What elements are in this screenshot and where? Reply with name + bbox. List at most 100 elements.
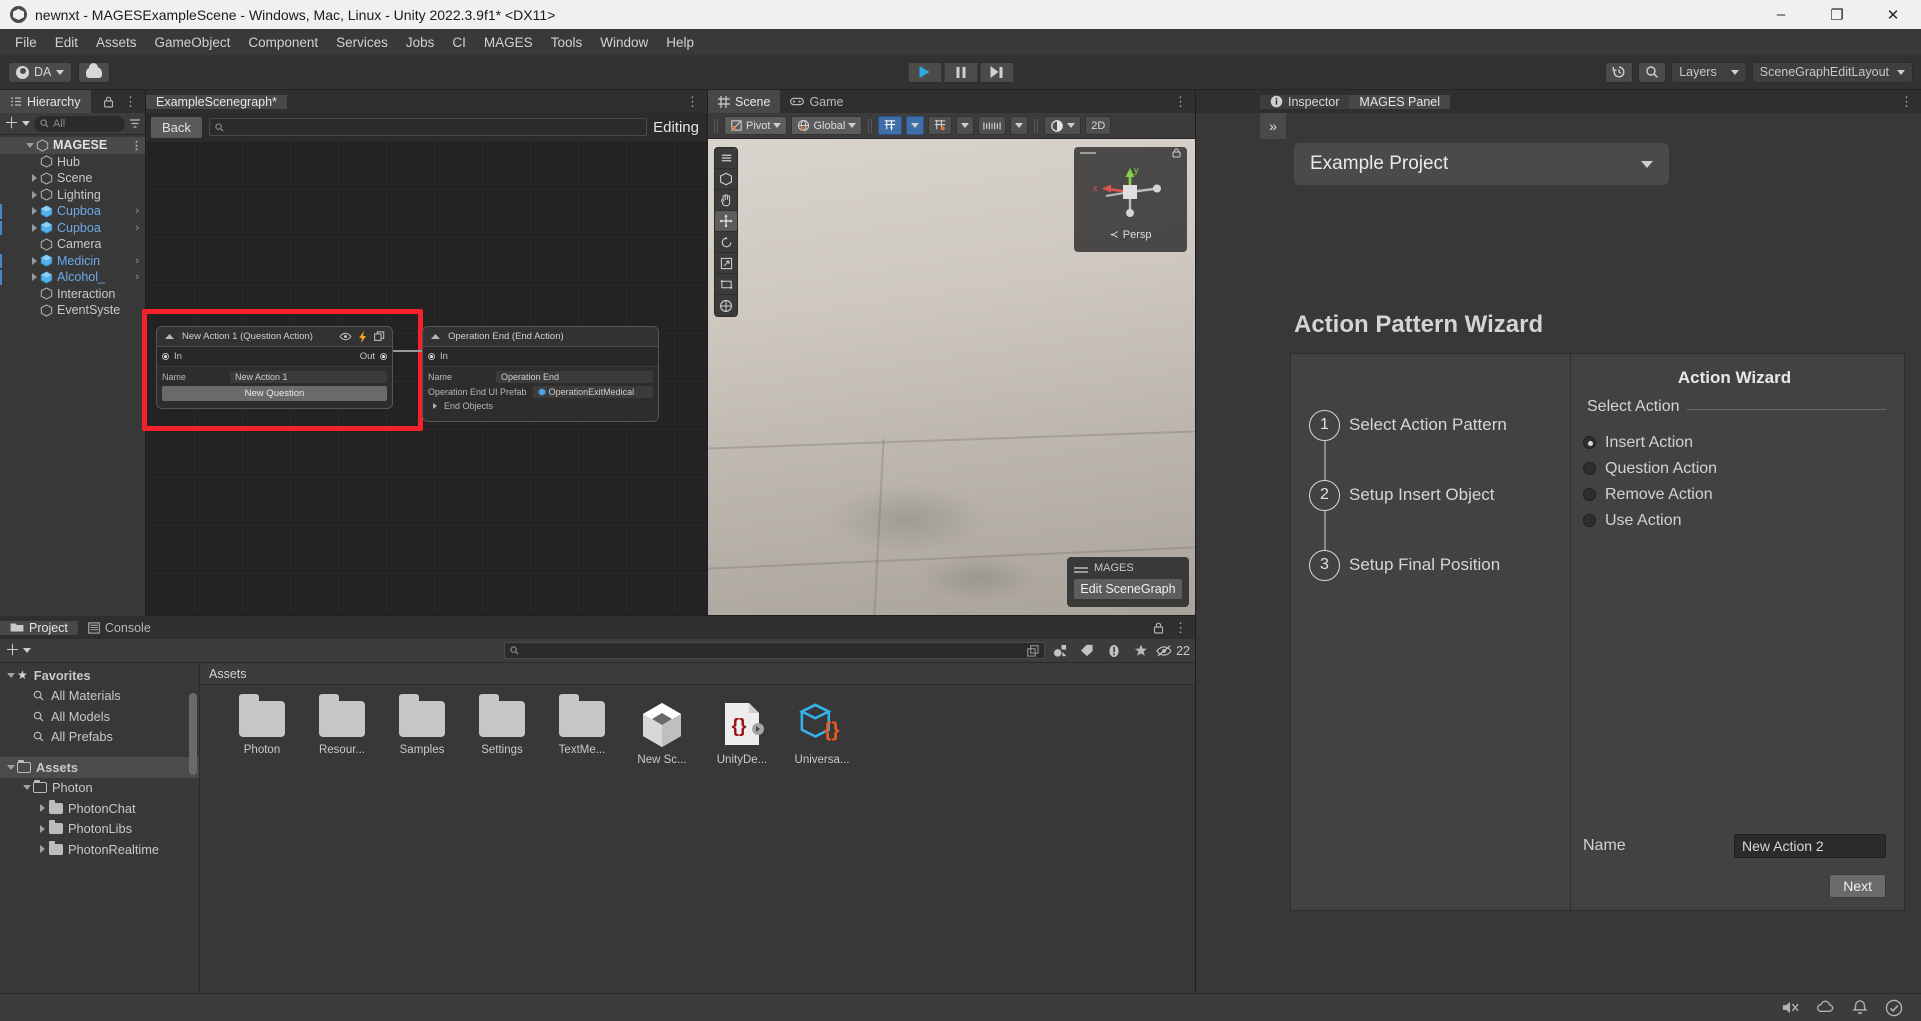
expand-arrow-icon[interactable]	[4, 764, 17, 770]
project-dropdown[interactable]: Example Project	[1294, 143, 1669, 185]
menu-item-gameobject[interactable]: GameObject	[146, 32, 240, 53]
scenegraph-node-question-action[interactable]: New Action 1 (Question Action) In Out Na…	[156, 326, 393, 409]
expand-arrow-icon[interactable]	[28, 256, 40, 265]
project-tree-item[interactable]: PhotonLibs	[0, 819, 199, 840]
view-tool-button[interactable]	[715, 148, 737, 169]
name-input[interactable]: New Action 2	[1734, 834, 1886, 858]
node-name-field[interactable]: Operation End	[496, 371, 653, 383]
scene-viewport[interactable]: y x ≺ Persp MAGES Edit SceneGraph	[708, 139, 1195, 615]
tab-game[interactable]: Game	[780, 90, 854, 113]
snap-dropdown[interactable]	[956, 116, 975, 135]
wizard-step-2[interactable]: 2 Setup Insert Object	[1309, 460, 1570, 553]
next-button[interactable]: Next	[1829, 874, 1886, 898]
hierarchy-menu-icon[interactable]: ⋮	[124, 94, 137, 110]
menu-item-component[interactable]: Component	[239, 32, 327, 53]
radio-remove-action[interactable]: Remove Action	[1583, 483, 1886, 506]
project-menu-icon[interactable]: ⋮	[1174, 620, 1187, 636]
tab-project[interactable]: Project	[0, 620, 78, 635]
lock-icon[interactable]	[1172, 147, 1181, 158]
hierarchy-item[interactable]: Interaction	[0, 286, 145, 303]
maximize-button[interactable]: ❐	[1809, 0, 1865, 29]
project-tree-scrollbar[interactable]	[189, 693, 197, 775]
eye-icon[interactable]	[339, 332, 352, 341]
hierarchy-item[interactable]: Medicin ›	[0, 253, 145, 270]
expand-arrow-icon[interactable]	[36, 804, 49, 813]
grid-axis-button[interactable]: Y	[878, 116, 903, 135]
chevron-right-icon[interactable]: ›	[135, 205, 145, 217]
tab-scene[interactable]: Scene	[708, 90, 781, 113]
hierarchy-item[interactable]: Alcohol_ ›	[0, 269, 145, 286]
hierarchy-item[interactable]: Hub	[0, 154, 145, 171]
account-dropdown[interactable]: DA	[8, 61, 73, 83]
add-gameobject-button[interactable]: ＋	[4, 116, 31, 131]
project-tree-item[interactable]: ★ Favorites	[0, 665, 199, 686]
menu-item-ci[interactable]: CI	[443, 32, 475, 53]
tab-mages-panel[interactable]: MAGES Panel	[1349, 94, 1451, 109]
step-button[interactable]	[979, 61, 1014, 83]
expand-arrow-icon[interactable]	[36, 824, 49, 833]
asset-item[interactable]: Resour...	[302, 694, 382, 766]
asset-item[interactable]: New Sc...	[622, 701, 702, 766]
new-question-button[interactable]: New Question	[162, 386, 387, 401]
wizard-step-3[interactable]: 3 Setup Final Position	[1309, 530, 1570, 600]
hierarchy-search-input[interactable]: All	[34, 115, 125, 132]
expand-arrow-icon[interactable]	[28, 174, 40, 183]
cloud-button[interactable]	[78, 61, 111, 83]
input-port[interactable]	[162, 353, 169, 360]
undo-history-button[interactable]	[1605, 61, 1634, 83]
snap-button[interactable]	[928, 116, 953, 135]
tab-inspector[interactable]: Inspector	[1260, 94, 1350, 109]
node-endobjects-row[interactable]: End Objects	[428, 401, 653, 411]
project-search-input[interactable]	[504, 642, 1046, 659]
check-status-icon[interactable]	[1885, 999, 1903, 1017]
menu-item-window[interactable]: Window	[591, 32, 657, 53]
hierarchy-item[interactable]: Camera	[0, 236, 145, 253]
radio-insert-action[interactable]: Insert Action	[1583, 431, 1886, 454]
mute-audio-icon[interactable]	[1781, 999, 1800, 1016]
expand-arrow-icon[interactable]	[24, 142, 36, 148]
pause-button[interactable]	[943, 61, 978, 83]
prefab-icon[interactable]	[374, 331, 385, 342]
project-tree-item[interactable]: All Materials	[0, 686, 199, 707]
menu-item-services[interactable]: Services	[327, 32, 397, 53]
project-tree-item[interactable]: All Models	[0, 706, 199, 727]
rect-tool-button[interactable]	[715, 274, 737, 295]
scene-menu-icon[interactable]: ⋮	[1166, 90, 1195, 113]
radio-question-action[interactable]: Question Action	[1583, 457, 1886, 480]
menu-item-file[interactable]: File	[6, 32, 46, 53]
scenegraph-menu-icon[interactable]: ⋮	[678, 94, 707, 110]
hand-tool-button[interactable]	[715, 190, 737, 211]
search-button[interactable]	[1638, 61, 1667, 83]
project-tree-item[interactable]: All Prefabs	[0, 727, 199, 748]
project-tree-item[interactable]: PhotonRealtime	[0, 839, 199, 860]
asset-item[interactable]: {} UnityDe...	[702, 701, 782, 766]
scenegraph-node-end-action[interactable]: Operation End (End Action) In Name Opera…	[422, 326, 659, 422]
hierarchy-item[interactable]: MAGESE ⋮	[0, 137, 145, 154]
grid-axis-dropdown[interactable]	[906, 116, 925, 135]
translate-tool-button[interactable]	[715, 211, 737, 232]
global-dropdown[interactable]: Global	[791, 116, 863, 135]
asset-item[interactable]: {} Universa...	[782, 701, 862, 766]
ruler-button[interactable]	[978, 116, 1007, 135]
hierarchy-item[interactable]: Scene	[0, 170, 145, 187]
asset-item[interactable]: Settings	[462, 694, 542, 766]
gizmo-drag-handle[interactable]	[1080, 151, 1096, 154]
notification-bell-icon[interactable]	[1851, 999, 1869, 1016]
tab-console[interactable]: Console	[77, 620, 161, 635]
rotate-tool-button[interactable]	[715, 232, 737, 253]
expand-arrow-icon[interactable]	[28, 223, 40, 232]
edit-scenegraph-button[interactable]: Edit SceneGraph	[1074, 579, 1182, 599]
chevron-right-icon[interactable]: ›	[135, 271, 145, 283]
output-port[interactable]	[380, 353, 387, 360]
wizard-step-1[interactable]: 1 Select Action Pattern	[1309, 390, 1570, 483]
expand-arrow-icon[interactable]	[36, 845, 49, 854]
menu-item-jobs[interactable]: Jobs	[397, 32, 444, 53]
hierarchy-item-menu-icon[interactable]: ⋮	[131, 139, 145, 152]
collapse-icon[interactable]	[164, 333, 175, 340]
twod-toggle[interactable]: 2D	[1085, 116, 1112, 135]
radio-use-action[interactable]: Use Action	[1583, 509, 1886, 532]
tab-hierarchy[interactable]: Hierarchy	[0, 90, 91, 113]
hierarchy-item[interactable]: Cupboa ›	[0, 203, 145, 220]
input-port[interactable]	[428, 353, 435, 360]
chevron-right-icon[interactable]	[432, 402, 438, 410]
